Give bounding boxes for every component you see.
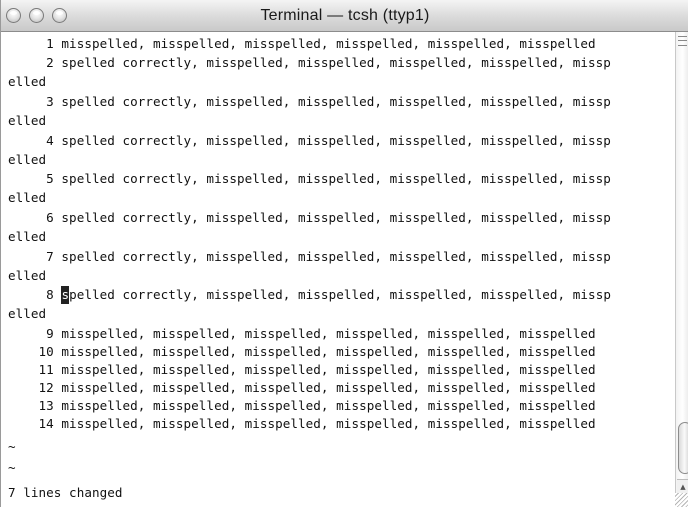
terminal-line: 14 misspelled, misspelled, misspelled, m… — [8, 416, 596, 431]
terminal-line: 9 misspelled, misspelled, misspelled, mi… — [8, 326, 596, 341]
terminal-line: elled — [8, 190, 47, 205]
terminal-line: elled — [8, 229, 47, 244]
text-cursor: s — [61, 286, 70, 304]
terminal-line: elled — [8, 113, 47, 128]
status-line: 7 lines changed — [8, 485, 123, 500]
terminal-line: elled — [8, 306, 47, 321]
terminal-line: 1 misspelled, misspelled, misspelled, mi… — [8, 36, 596, 51]
scroll-thumb[interactable] — [678, 422, 688, 474]
terminal-line: 13 misspelled, misspelled, misspelled, m… — [8, 398, 596, 413]
terminal-line: 12 misspelled, misspelled, misspelled, m… — [8, 380, 596, 395]
terminal-line: 7 spelled correctly, misspelled, misspel… — [8, 249, 611, 264]
terminal-content[interactable]: 1 misspelled, misspelled, misspelled, mi… — [2, 32, 674, 507]
split-grip-icon[interactable] — [678, 36, 687, 46]
line-rest: pelled correctly, misspelled, misspelled… — [69, 287, 611, 302]
terminal-line: elled — [8, 268, 47, 283]
terminal-line-cursor: 8 spelled correctly, misspelled, misspel… — [8, 286, 611, 304]
terminal-window: Terminal — tcsh (ttyp1) 1 misspelled, mi… — [0, 0, 688, 507]
terminal-line: 2 spelled correctly, misspelled, misspel… — [8, 55, 611, 70]
resize-grip-icon[interactable] — [675, 493, 688, 507]
terminal-line: 6 spelled correctly, misspelled, misspel… — [8, 210, 611, 225]
terminal-line: 4 spelled correctly, misspelled, misspel… — [8, 133, 611, 148]
terminal-line: 11 misspelled, misspelled, misspelled, m… — [8, 362, 596, 377]
terminal-line: elled — [8, 152, 47, 167]
terminal-line: 3 spelled correctly, misspelled, misspel… — [8, 94, 611, 109]
title-bar[interactable]: Terminal — tcsh (ttyp1) — [1, 0, 688, 32]
terminal-line: 5 spelled correctly, misspelled, misspel… — [8, 171, 611, 186]
terminal-line: 10 misspelled, misspelled, misspelled, m… — [8, 344, 596, 359]
window-title: Terminal — tcsh (ttyp1) — [260, 7, 430, 24]
terminal-line: elled — [8, 74, 47, 89]
terminal-tilde-line: ~ — [8, 460, 16, 475]
scroll-up-arrow-icon[interactable]: ▲ — [677, 479, 688, 493]
line-prefix: 8 — [8, 287, 62, 302]
vertical-scrollbar[interactable]: ▲ ▼ — [675, 32, 688, 507]
terminal-tilde-line: ~ — [8, 439, 16, 454]
